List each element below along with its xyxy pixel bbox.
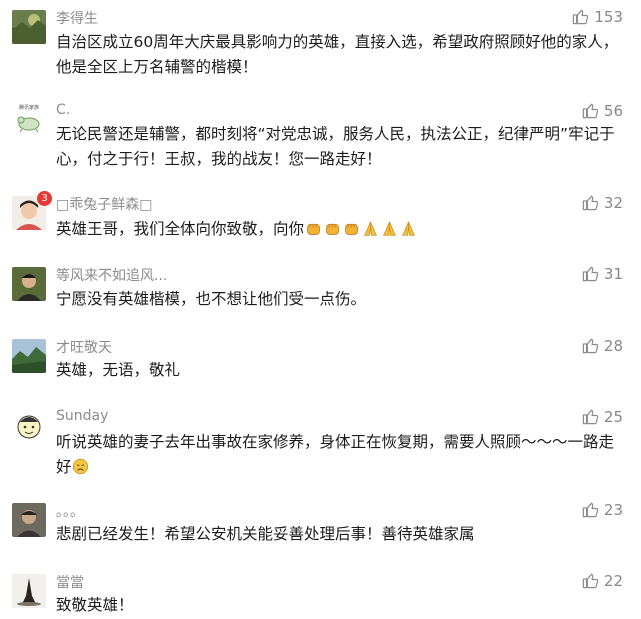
like-count: 23 bbox=[603, 500, 623, 519]
thumbs-up-icon bbox=[582, 338, 599, 354]
avatar[interactable] bbox=[12, 267, 46, 301]
thumbs-up-icon bbox=[582, 409, 599, 425]
comment-author[interactable]: □乖兔子鲜森□ bbox=[56, 194, 152, 214]
comment-text: 英雄，无语，敬礼 bbox=[56, 361, 181, 379]
comment-author[interactable]: 當當 bbox=[56, 572, 84, 592]
like-count: 28 bbox=[603, 336, 623, 355]
like-count: 25 bbox=[603, 407, 623, 426]
like-button[interactable]: 153 bbox=[571, 7, 623, 26]
comment-text: 无论民警还是辅警，都时刻将“对党忠诚，服务人民，执法公正，纪律严明”牢记于心，付… bbox=[56, 125, 615, 168]
comment-text: 宁愿没有英雄楷模，也不想让他们受一点伤。 bbox=[56, 290, 367, 308]
avatar[interactable] bbox=[12, 574, 46, 608]
comment-text: 悲剧已经发生！希望公安机关能妥善处理后事！善待英雄家属 bbox=[56, 525, 475, 543]
pray-icon bbox=[364, 221, 378, 236]
like-button[interactable]: 23 bbox=[581, 500, 623, 519]
comment-author[interactable]: Sunday bbox=[56, 408, 108, 424]
emoji-row bbox=[305, 220, 417, 237]
like-count: 31 bbox=[603, 264, 623, 283]
thumbs-up-icon bbox=[582, 573, 599, 589]
thumbs-up-icon bbox=[573, 9, 589, 25]
comment-author[interactable]: 。。。 bbox=[56, 501, 84, 521]
fist-icon bbox=[307, 223, 320, 235]
like-button[interactable]: 31 bbox=[581, 264, 623, 283]
like-button[interactable]: 56 bbox=[581, 101, 623, 120]
comment-author[interactable]: 才旺敬天 bbox=[56, 337, 112, 357]
thumbs-up-icon bbox=[582, 103, 599, 119]
avatar[interactable] bbox=[12, 410, 46, 444]
comment-author[interactable]: C. bbox=[56, 102, 70, 118]
fist-icon bbox=[345, 223, 358, 235]
comment-text: 听说英雄的妻子去年出事故在家修养，身体正在恢复期，需要人照顾～～～一路走好 bbox=[56, 430, 628, 479]
like-count: 153 bbox=[594, 7, 623, 26]
like-button[interactable]: 28 bbox=[581, 336, 623, 355]
avatar[interactable] bbox=[12, 10, 46, 44]
comment-author[interactable]: 李得生 bbox=[56, 8, 98, 28]
like-button[interactable]: 25 bbox=[581, 407, 623, 426]
avatar[interactable] bbox=[12, 339, 46, 373]
avatar[interactable]: 3 bbox=[12, 191, 52, 230]
comment-text: 英雄王哥，我们全体向你致敬，向你 bbox=[56, 217, 628, 242]
pray-icon bbox=[402, 221, 416, 236]
like-count: 22 bbox=[603, 571, 623, 590]
avatar-label: 腾讯家族 bbox=[19, 104, 39, 111]
avatar-badge: 3 bbox=[37, 191, 52, 206]
comment-text-body: 听说英雄的妻子去年出事故在家修养，身体正在恢复期，需要人照顾～～～一路走好 bbox=[56, 433, 615, 476]
fist-icon bbox=[326, 223, 339, 235]
avatar[interactable] bbox=[12, 503, 46, 537]
avatar[interactable]: 腾讯家族 bbox=[12, 102, 46, 136]
pray-icon bbox=[383, 221, 397, 236]
sad-face-icon bbox=[72, 458, 89, 475]
thumbs-up-icon bbox=[582, 266, 599, 282]
like-button[interactable]: 22 bbox=[581, 571, 623, 590]
thumbs-up-icon bbox=[582, 195, 599, 211]
thumbs-up-icon bbox=[582, 502, 599, 518]
like-count: 32 bbox=[603, 193, 623, 212]
comment-text: 致敬英雄！ bbox=[56, 596, 134, 614]
comment-text-body: 英雄王哥，我们全体向你致敬，向你 bbox=[56, 220, 305, 238]
comment-author[interactable]: 等风来不如追风... bbox=[56, 265, 167, 285]
like-count: 56 bbox=[603, 101, 623, 120]
like-button[interactable]: 32 bbox=[581, 193, 623, 212]
comment-text: 自治区成立60周年大庆最具影响力的英雄，直接入选，希望政府照顾好他的家人，他是全… bbox=[56, 33, 619, 76]
